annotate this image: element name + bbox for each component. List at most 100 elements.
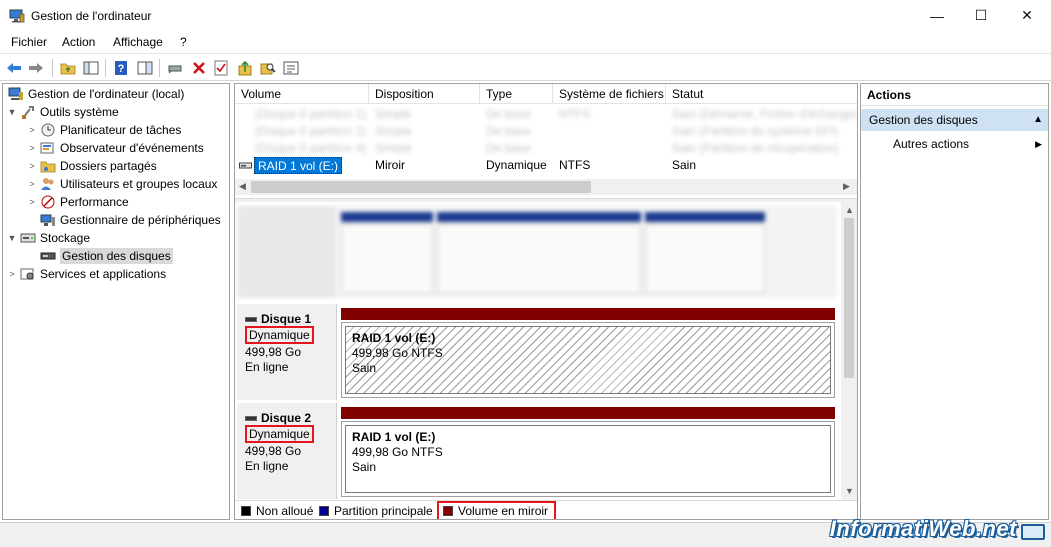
type-cell: De base [486,107,531,121]
actions-section-disk-management[interactable]: Gestion des disques ▲ [861,109,1048,131]
check-icon[interactable] [212,59,230,77]
scroll-right-icon[interactable]: ▶ [843,181,850,192]
disk-name-text: Disque 1 [261,312,312,326]
layout-cell: Simple [375,141,412,155]
actions-title: Actions [861,84,1048,106]
volume-size: 499,98 Go NTFS [352,445,443,459]
export-icon[interactable] [236,59,254,77]
chevron-right-icon[interactable]: > [26,161,38,171]
toolbar: ? [0,53,1051,81]
tree-node-device-manager[interactable]: Gestionnaire de périphériques [38,211,221,229]
properties-icon[interactable] [282,59,300,77]
properties-pane-icon[interactable] [136,59,154,77]
status-cell: Sain (Partition du système EFI) [672,124,839,138]
disk-2-label[interactable]: Disque 2 Dynamique 499,98 Go En ligne [237,403,337,499]
tree-node-shared-folders[interactable]: > Dossiers partagés [26,157,157,175]
status-cell: Sain [672,158,697,172]
minimize-button[interactable]: — [914,0,960,31]
mirror-volume-bar [341,407,835,419]
show-hide-tree-icon[interactable] [82,59,100,77]
up-folder-icon[interactable] [59,59,77,77]
toolbar-separator [159,59,160,77]
chevron-right-icon[interactable]: > [26,197,38,207]
chevron-right-icon[interactable]: > [26,125,38,135]
scroll-up-icon[interactable]: ▲ [845,205,854,215]
window-title: Gestion de l'ordinateur [31,9,152,23]
scrollbar-thumb[interactable] [844,218,854,378]
scroll-down-icon[interactable]: ▼ [845,486,854,496]
more-actions-item[interactable]: Autres actions ▶ [893,134,1048,154]
menu-bar: Fichier Action Affichage ? [0,32,1051,52]
tree-node-label: Gestionnaire de périphériques [60,213,221,227]
volume-cell: RAID 1 vol (E:) [254,157,343,174]
collapse-up-icon[interactable]: ▲ [1033,109,1043,131]
close-button[interactable]: ✕ [1004,0,1050,31]
chevron-right-icon[interactable]: > [6,269,18,279]
disk-management-pane: Volume Disposition Type Système de fichi… [234,83,858,520]
maximize-button[interactable]: ☐ [958,0,1004,31]
tree-node-task-scheduler[interactable]: > Planificateur de tâches [26,121,181,139]
tree-node-label: Utilisateurs et groupes locaux [60,177,218,191]
tree-node-label: Gestion des disques [60,248,173,264]
vertical-scrollbar[interactable]: ▲ ▼ [841,202,857,500]
chevron-down-icon[interactable]: ▼ [6,107,18,117]
tree-node-local-users-groups[interactable]: > Utilisateurs et groupes locaux [26,175,217,193]
column-volume[interactable]: Volume [235,84,369,104]
type-cell: De base [486,141,531,155]
status-cell: Sain (Démarrer, Fichier d'échange) [672,107,858,121]
connect-drive-icon[interactable] [166,59,184,77]
search-folder-icon[interactable] [259,59,277,77]
volume-size: 499,98 Go NTFS [352,346,443,360]
column-layout[interactable]: Disposition [369,84,480,104]
layout-cell: Simple [375,124,412,138]
column-status[interactable]: Statut [666,84,857,104]
scroll-left-icon[interactable]: ◀ [239,181,246,192]
table-row[interactable]: (Disque 0 partition 1) Simple De base NT… [235,106,857,123]
column-file-system[interactable]: Système de fichiers [553,84,666,104]
blurred-disk-0 [237,206,837,298]
chevron-down-icon[interactable]: ▼ [6,233,18,243]
back-arrow-icon[interactable] [5,59,23,77]
disk-kind-highlighted: Dynamique [245,425,314,443]
tree-node-storage[interactable]: ▼ Stockage [6,229,91,247]
disk-name: Disque 1 [245,312,311,326]
svg-text:?: ? [118,63,125,75]
help-icon[interactable]: ? [112,59,130,77]
status-cell: Sain (Partition de récupération) [672,141,839,155]
tree-node-label: Performance [60,195,129,209]
volume-name: RAID 1 vol (E:) [352,430,436,444]
table-row[interactable]: (Disque 0 partition 2) Simple De base Sa… [235,123,857,140]
tree-node-event-viewer[interactable]: > Observateur d'événements [26,139,203,157]
tree-node-performance[interactable]: > Performance [26,193,129,211]
tree-node-services-applications[interactable]: > Services et applications [6,265,166,283]
legend-swatch-mirror [443,506,453,516]
tree-node-label: Services et applications [40,267,167,281]
scrollbar-thumb[interactable] [251,181,591,193]
delete-icon[interactable] [190,59,208,77]
horizontal-scrollbar[interactable]: ◀ ▶ [235,179,857,195]
menu-action[interactable]: Action [62,35,95,49]
chevron-right-icon[interactable]: > [26,143,38,153]
menu-help[interactable]: ? [180,35,187,49]
tree-node-system-tools[interactable]: ▼ Outils système [6,103,119,121]
tree-node-computer-management[interactable]: Gestion de l'ordinateur (local) [6,85,184,103]
disk-1-mirror-volume[interactable]: RAID 1 vol (E:) 499,98 Go NTFS Sain [341,308,835,398]
tree-node-disk-management[interactable]: Gestion des disques [38,247,173,265]
volume-name: RAID 1 vol (E:) [352,331,436,345]
volume-status: Sain [352,460,377,474]
computer-management-icon [8,87,23,100]
disk-2-mirror-volume[interactable]: RAID 1 vol (E:) 499,98 Go NTFS Sain [341,407,835,497]
table-row-raid-volume[interactable]: RAID 1 vol (E:) Miroir Dynamique NTFS Sa… [235,157,857,174]
volume-block[interactable]: RAID 1 vol (E:) 499,98 Go NTFS Sain [341,322,835,398]
table-row[interactable]: (Disque 0 partition 4) Simple De base Sa… [235,140,857,157]
menu-affichage[interactable]: Affichage [113,35,163,49]
volume-block[interactable]: RAID 1 vol (E:) 499,98 Go NTFS Sain [341,421,835,497]
tree-node-label: Dossiers partagés [60,159,157,173]
menu-fichier[interactable]: Fichier [11,35,47,49]
disk-1-label[interactable]: Disque 1 Dynamique 499,98 Go En ligne [237,304,337,400]
column-type[interactable]: Type [480,84,553,104]
forward-arrow-icon[interactable] [27,59,45,77]
chevron-right-icon[interactable]: > [26,179,38,189]
watermark: InformatiWeb.net [829,516,1017,541]
legend-item-highlighted: Volume en miroir [437,501,557,519]
